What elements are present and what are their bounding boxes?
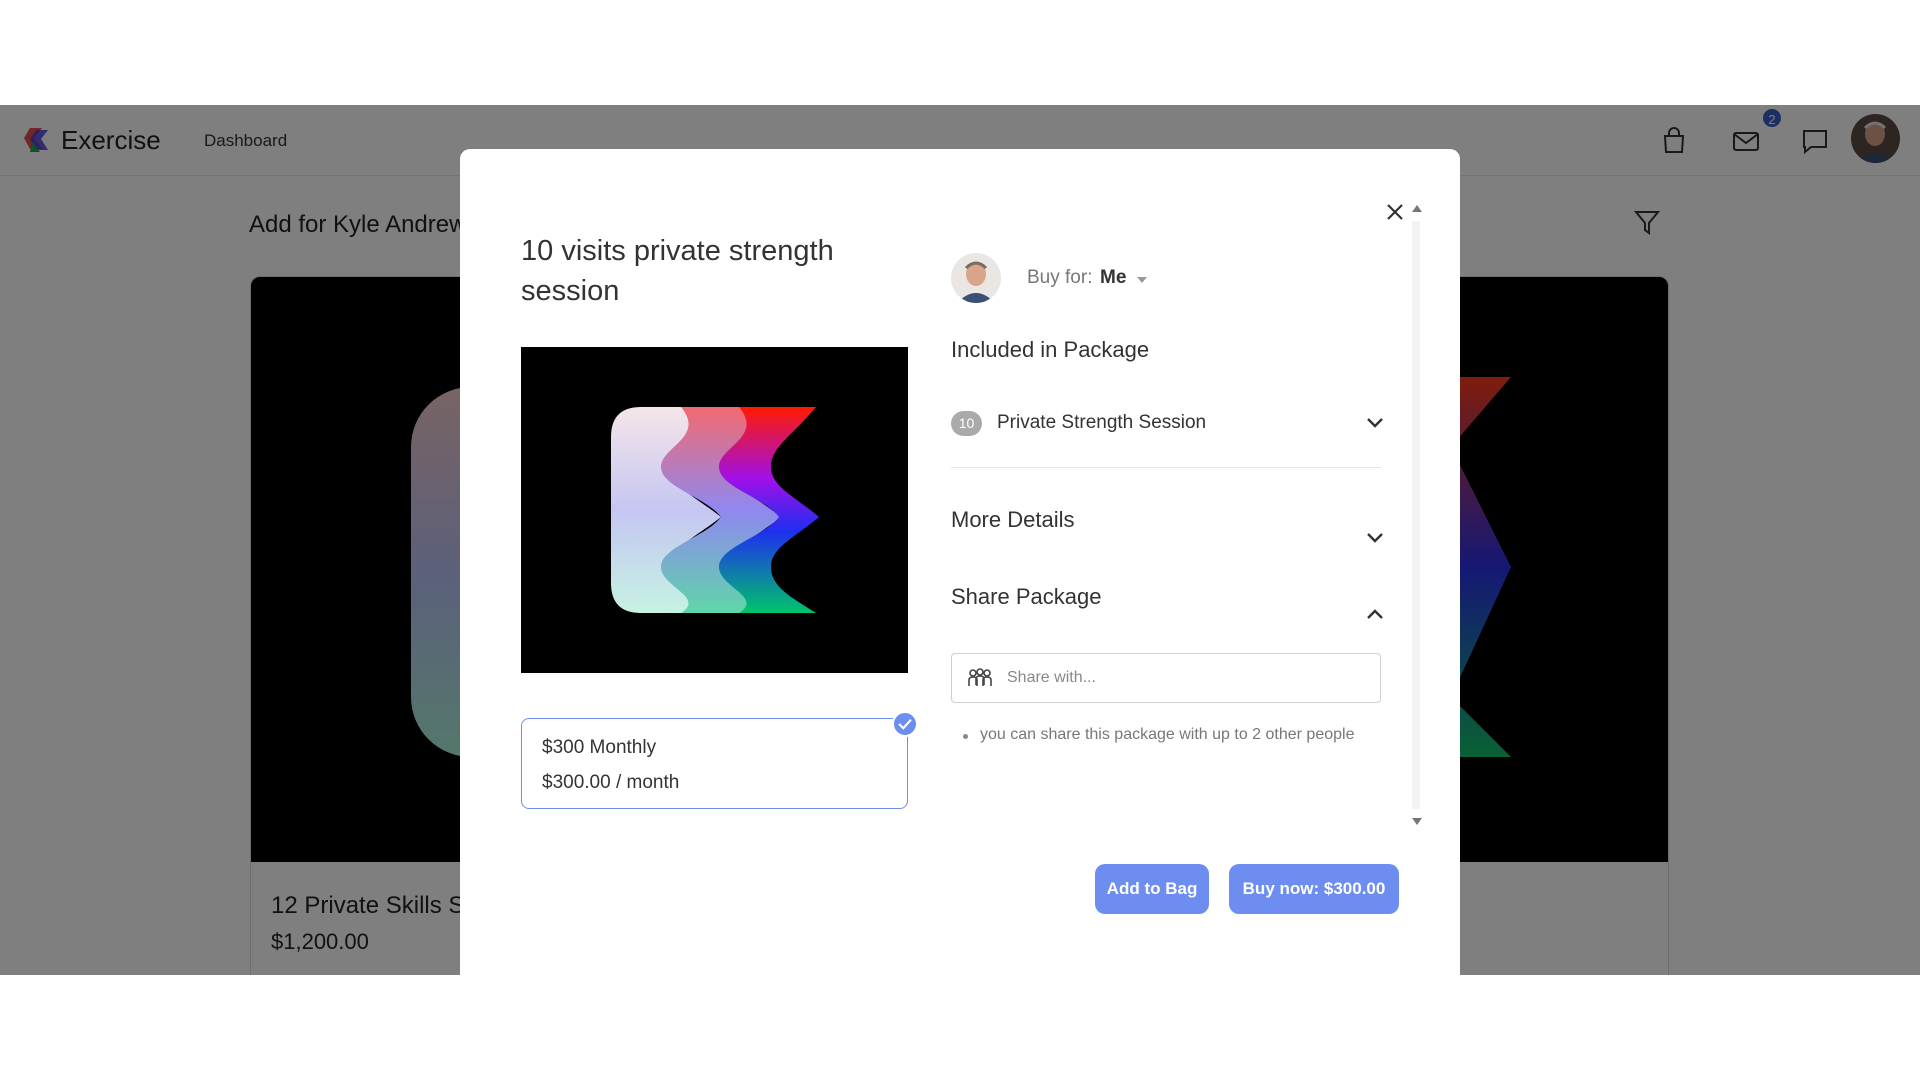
modal-title: 10 visits private strength session — [521, 235, 834, 307]
buy-for-label: Buy for: — [1027, 267, 1093, 288]
selected-check-icon — [892, 711, 918, 737]
package-image — [521, 347, 908, 673]
bullet-dot — [963, 734, 968, 739]
scroll-down-icon[interactable] — [1410, 815, 1424, 829]
included-item-name: Private Strength Session — [997, 412, 1207, 433]
session-count-badge: 10 — [951, 411, 982, 436]
share-note: you can share this package with up to 2 … — [980, 726, 1355, 743]
section-divider — [951, 467, 1381, 468]
buy-for-avatar — [951, 253, 1001, 303]
close-icon[interactable] — [1384, 201, 1406, 223]
buy-for-select[interactable]: Me — [1100, 267, 1126, 289]
package-modal: 10 visits private strength session $300 … — [460, 149, 1460, 975]
buy-now-button[interactable]: Buy now: $300.00 — [1229, 864, 1399, 914]
pricing-option-name: $300 Monthly — [542, 737, 657, 758]
scroll-up-icon[interactable] — [1410, 201, 1424, 215]
share-package-heading[interactable]: Share Package — [951, 584, 1101, 610]
chevron-down-icon[interactable] — [1365, 416, 1385, 430]
included-heading: Included in Package — [951, 337, 1150, 362]
pricing-option-card[interactable]: $300 Monthly $300.00 / month — [521, 711, 918, 809]
share-with-input[interactable] — [1007, 654, 1367, 702]
share-with-field[interactable] — [951, 653, 1381, 703]
add-to-bag-button[interactable]: Add to Bag — [1095, 864, 1209, 914]
caret-down-icon[interactable] — [1135, 275, 1149, 285]
more-details-heading[interactable]: More Details — [951, 507, 1074, 533]
chevron-up-icon[interactable] — [1365, 607, 1385, 621]
chevron-down-icon[interactable] — [1365, 531, 1385, 545]
people-icon — [968, 668, 992, 686]
pricing-option-price: $300.00 / month — [542, 772, 680, 793]
modal-scrollbar[interactable] — [1412, 221, 1420, 809]
